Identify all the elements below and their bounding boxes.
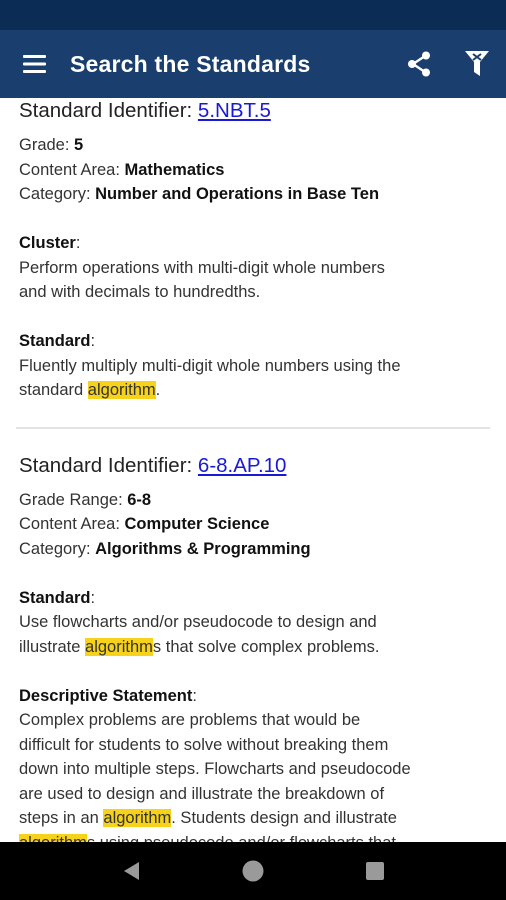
grade-line: Grade Range: 6-8 [19, 490, 152, 509]
filter-icon [465, 51, 489, 76]
grade-line: Grade: 5 [19, 136, 84, 154]
standard-heading: Standard: [19, 588, 96, 607]
cluster-text: Perform operations with multi-digit whol… [19, 258, 385, 277]
cluster-heading: Cluster: [19, 234, 81, 252]
app-bar: Search the Standards [0, 30, 506, 98]
search-highlight: algorithm [85, 637, 153, 656]
search-highlight: algorithm [103, 809, 172, 827]
system-nav-bar [0, 842, 506, 900]
category-line: Category: Algorithms & Programming [19, 539, 311, 558]
recents-icon [366, 862, 384, 880]
share-icon [408, 51, 430, 77]
back-icon [124, 862, 139, 880]
results-list[interactable]: Standard Identifier: 5.NBT.5 Grade: 5 Co… [0, 98, 506, 842]
descriptive-text: steps in an algorithm. Students design a… [19, 809, 397, 827]
search-highlight: algorithm [87, 381, 156, 399]
descriptive-text: are used to design and illustrate the br… [19, 784, 385, 803]
standard-text: Use flowcharts and/or pseudocode to desi… [19, 613, 377, 631]
app-title: Search the Standards [70, 50, 311, 77]
menu-button[interactable] [0, 30, 70, 98]
status-bar [0, 0, 506, 30]
search-highlight: algorithm [19, 833, 87, 842]
back-button[interactable] [111, 851, 151, 891]
identifier-link[interactable]: 6-8.AP.10 [198, 454, 287, 477]
standard-text: illustrate algorithms that solve complex… [19, 637, 380, 656]
standard-identifier: Standard Identifier: 5.NBT.5 [19, 99, 271, 122]
standard-text: Fluently multiply multi-digit whole numb… [19, 356, 401, 375]
descriptive-text: difficult for students to solve without … [19, 735, 389, 754]
home-button[interactable] [233, 851, 273, 891]
menu-icon [23, 55, 46, 73]
home-icon [242, 860, 264, 882]
descriptive-text: down into multiple steps. Flowcharts and… [19, 760, 411, 778]
standard-card[interactable]: Standard Identifier: 5.NBT.5 Grade: 5 Co… [0, 98, 506, 427]
filter-button[interactable] [448, 30, 506, 98]
standard-heading: Standard: [19, 332, 96, 350]
identifier-link[interactable]: 5.NBT.5 [198, 99, 271, 122]
cluster-text: and with decimals to hundredths. [19, 283, 261, 301]
content-area-line: Content Area: Mathematics [19, 160, 225, 179]
category-line: Category: Number and Operations in Base … [19, 185, 380, 203]
standard-identifier: Standard Identifier: 6-8.AP.10 [19, 453, 287, 477]
content-area-line: Content Area: Computer Science [19, 515, 270, 533]
share-button[interactable] [390, 30, 448, 98]
standard-card[interactable]: Standard Identifier: 6-8.AP.10 Grade Ran… [0, 429, 506, 842]
standard-text: standard algorithm. [19, 381, 161, 399]
descriptive-text: Complex problems are problems that would… [19, 711, 361, 729]
descriptive-statement-heading: Descriptive Statement: [19, 686, 197, 705]
recents-button[interactable] [355, 851, 395, 891]
descriptive-text: algorithms using pseudocode and/or flowc… [19, 831, 487, 842]
